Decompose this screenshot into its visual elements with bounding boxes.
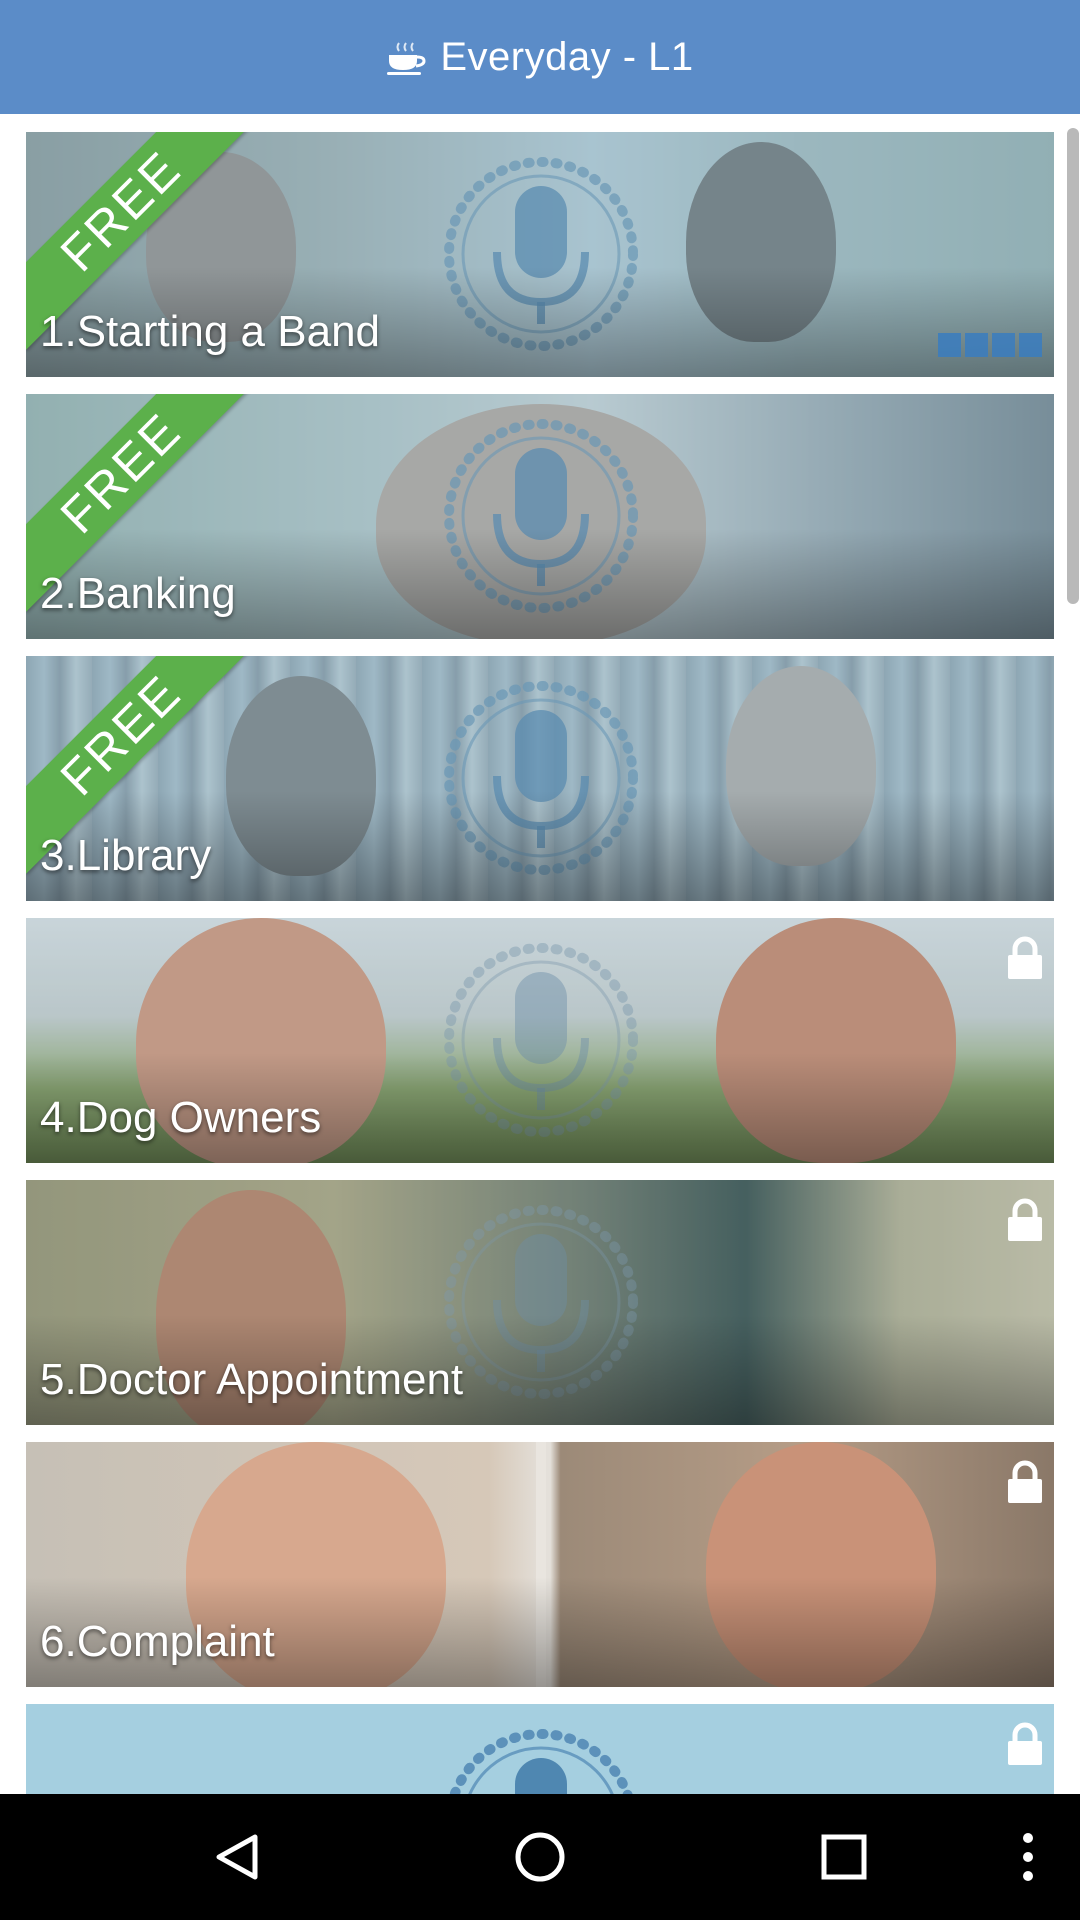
- coffee-cup-icon: [387, 42, 426, 75]
- lock-icon: [1008, 1460, 1042, 1503]
- back-icon: [216, 1834, 258, 1880]
- lesson-card-starting-a-band[interactable]: FREE 1.Starting a Band: [26, 132, 1054, 377]
- progress-segment: [938, 333, 961, 357]
- progress-segment: [965, 333, 988, 357]
- lesson-title: 2.Banking: [40, 569, 236, 618]
- home-button[interactable]: [507, 1824, 573, 1890]
- page-title: Everyday - L1: [440, 34, 694, 79]
- lock-icon: [1008, 936, 1042, 979]
- recents-button[interactable]: [811, 1824, 877, 1890]
- lesson-progress: [938, 333, 1042, 357]
- lesson-card-doctor-appointment[interactable]: 5.Doctor Appointment: [26, 1180, 1054, 1425]
- system-nav-bar: [0, 1794, 1080, 1920]
- overflow-menu-button[interactable]: [995, 1824, 1061, 1890]
- lesson-card-dog-owners[interactable]: 4.Dog Owners: [26, 918, 1054, 1163]
- lock-icon: [1008, 1198, 1042, 1241]
- lesson-title: 3.Library: [40, 831, 212, 880]
- lesson-card-banking[interactable]: FREE 2.Banking: [26, 394, 1054, 639]
- top-bar: Everyday - L1: [0, 0, 1080, 114]
- lock-icon: [1008, 1722, 1042, 1765]
- lesson-card-7[interactable]: [26, 1704, 1054, 1794]
- home-icon: [515, 1832, 565, 1882]
- overflow-menu-icon: [1023, 1833, 1033, 1881]
- progress-segment: [1019, 333, 1042, 357]
- lesson-list[interactable]: FREE 1.Starting a Band FREE 2.Banking FR…: [0, 114, 1080, 1794]
- scrollbar[interactable]: [1067, 128, 1079, 604]
- back-button[interactable]: [204, 1824, 270, 1890]
- lesson-card-library[interactable]: FREE 3.Library: [26, 656, 1054, 901]
- progress-segment: [992, 333, 1015, 357]
- lesson-title: 4.Dog Owners: [40, 1093, 322, 1142]
- lesson-title: 1.Starting a Band: [40, 307, 381, 356]
- lesson-card-complaint[interactable]: 6.Complaint: [26, 1442, 1054, 1687]
- app-screen: Everyday - L1 FREE 1.Starting a Band FRE…: [0, 0, 1080, 1920]
- recents-icon: [821, 1834, 867, 1880]
- lesson-title: 6.Complaint: [40, 1617, 275, 1666]
- lesson-title: 5.Doctor Appointment: [40, 1355, 464, 1404]
- microphone-logo-icon: [449, 1729, 633, 1794]
